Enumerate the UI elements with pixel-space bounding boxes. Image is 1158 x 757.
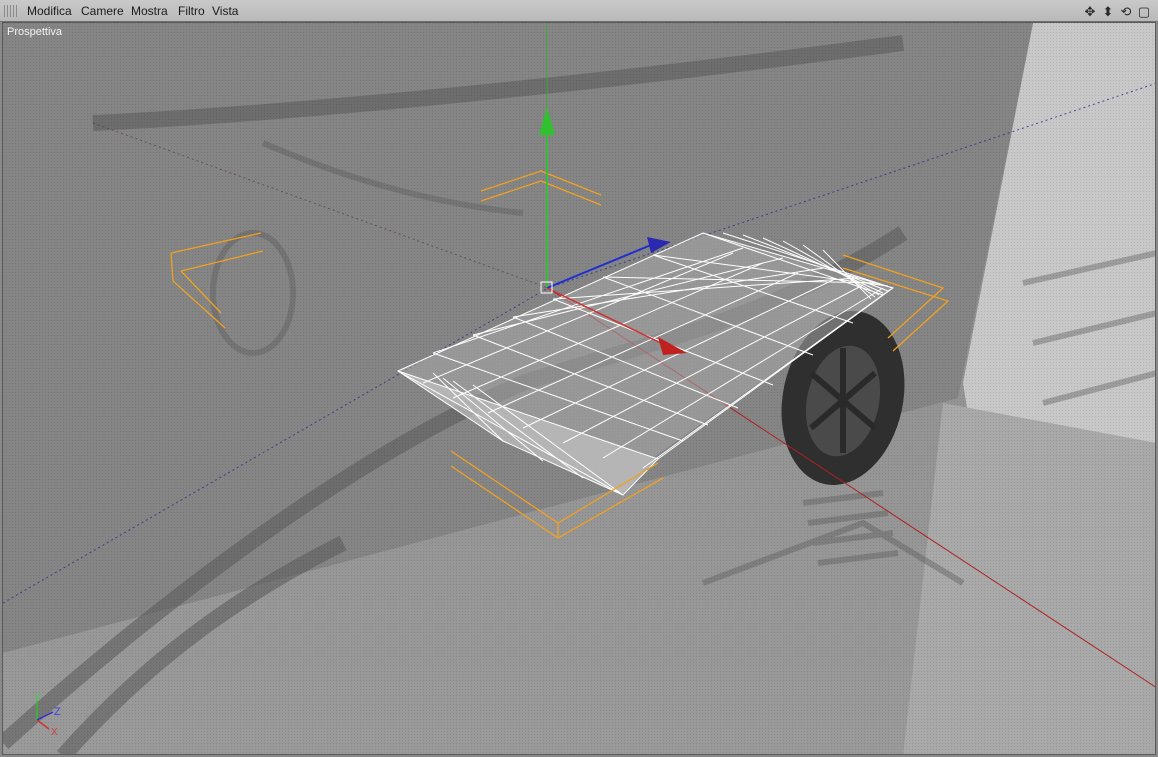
maximize-view-icon[interactable]: ▢ xyxy=(1136,4,1152,20)
menu-mostra[interactable]: Mostra xyxy=(131,4,168,18)
menu-vista[interactable]: Vista xyxy=(212,4,238,18)
viewport-label: Prospettiva xyxy=(7,26,63,38)
menu-filtro[interactable]: Filtro xyxy=(178,4,205,18)
viewport-scene: Y Z X xyxy=(3,23,1155,754)
menubar-grip-icon[interactable] xyxy=(4,5,18,17)
viewport-nav-icons: ✥ ⬍ ⟲ ▢ xyxy=(1080,3,1152,19)
perspective-viewport[interactable]: Y Z X Prospettiva xyxy=(2,22,1156,755)
rotate-view-icon[interactable]: ⟲ xyxy=(1118,4,1134,20)
move-view-icon[interactable]: ✥ xyxy=(1082,4,1098,20)
menu-bar: Modifica Camere Mostra Filtro Vista ✥ ⬍ ⟲ ▢ xyxy=(0,0,1158,22)
axis-indicator-x: X xyxy=(51,727,58,738)
menu-modifica[interactable]: Modifica xyxy=(27,4,72,18)
dolly-view-icon[interactable]: ⬍ xyxy=(1100,4,1116,20)
menu-camere[interactable]: Camere xyxy=(81,4,124,18)
axis-indicator-z: Z xyxy=(54,706,61,718)
axis-indicator-y: Y xyxy=(34,692,42,704)
